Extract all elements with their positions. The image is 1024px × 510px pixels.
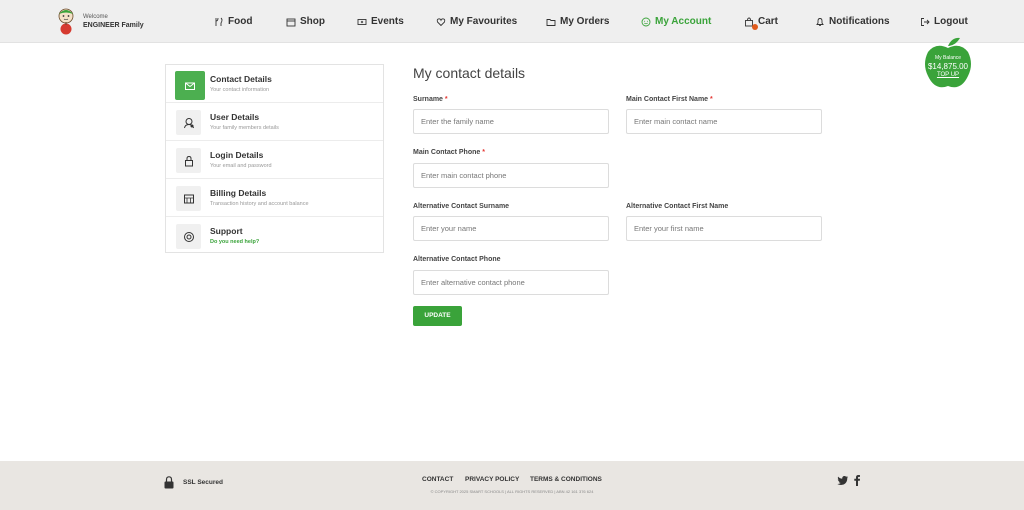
main-phone-input[interactable] (413, 163, 609, 188)
nav-events-label: Events (371, 16, 404, 27)
mail-icon (185, 82, 195, 90)
folder-icon (546, 18, 556, 26)
alt-phone-label: Alternative Contact Phone (413, 256, 501, 263)
cart-badge (752, 24, 758, 30)
main-first-name-label: Main Contact First Name * (626, 96, 713, 103)
family-name: ENGINEER Family (83, 21, 144, 29)
billing-icon (183, 194, 194, 203)
nav-food[interactable]: Food (214, 0, 252, 43)
surname-label: Surname * (413, 96, 448, 103)
twitter-icon[interactable] (837, 474, 849, 486)
balance-widget[interactable]: My Balance $14,875.00 TOP UP (922, 36, 974, 92)
page-title: My contact details (413, 65, 526, 81)
nav-food-label: Food (228, 16, 253, 27)
nav-logout-label: Logout (934, 16, 968, 27)
facebook-icon[interactable] (853, 474, 861, 486)
nav-orders[interactable]: My Orders (546, 0, 609, 43)
logout-icon (921, 17, 930, 26)
shop-icon (286, 18, 296, 26)
copyright: © COPYRIGHT 2025 SMART SCHOOLS | ALL RIG… (430, 489, 594, 494)
apple-mascot-logo (58, 8, 74, 35)
alt-first-name-label: Alternative Contact First Name (626, 203, 729, 210)
food-icon (215, 17, 223, 26)
footer: SSL Secured CONTACT PRIVACY POLICY TERMS… (0, 461, 1024, 510)
balance-label: My Balance (934, 55, 962, 61)
main-phone-label: Main Contact Phone * (413, 149, 485, 156)
sidebar-item-sub: Do you need help? (210, 239, 260, 245)
sidebar-item-sub: Your family members details (210, 125, 279, 131)
sidebar-item-billing-details[interactable]: Billing Details Transaction history and … (166, 179, 383, 217)
required-marker: * (444, 96, 448, 103)
top-header: Welcome ENGINEER Family Food Shop Events… (0, 0, 1024, 43)
balance-amount: $14,875.00 (927, 62, 969, 71)
account-sidebar: Contact Details Your contact information… (165, 64, 384, 253)
nav-orders-label: My Orders (560, 16, 610, 27)
ssl-label: SSL Secured (183, 479, 223, 486)
smiley-icon (641, 17, 651, 26)
footer-link-privacy[interactable]: PRIVACY POLICY (465, 476, 519, 483)
nav-shop[interactable]: Shop (286, 0, 325, 43)
sidebar-item-sub: Transaction history and account balance (210, 201, 309, 207)
update-button[interactable]: UPDATE (413, 306, 462, 326)
nav-my-account-label: My Account (655, 16, 712, 27)
nav-cart-label: Cart (758, 16, 779, 27)
sidebar-item-label: Contact Details (210, 74, 272, 84)
ticket-icon (357, 18, 367, 25)
heart-icon (436, 17, 446, 26)
welcome-label: Welcome (83, 13, 108, 20)
alt-phone-input[interactable] (413, 270, 609, 295)
topup-link[interactable]: TOP UP (922, 72, 974, 78)
brand[interactable]: Welcome ENGINEER Family (55, 7, 144, 35)
nav-favourites[interactable]: My Favourites (436, 0, 517, 43)
lock-icon (164, 476, 174, 489)
surname-input[interactable] (413, 109, 609, 134)
nav-events[interactable]: Events (357, 0, 404, 43)
sidebar-item-label: Login Details (210, 150, 264, 160)
sidebar-item-label: User Details (210, 112, 260, 122)
required-marker: * (482, 149, 485, 156)
alt-first-name-input[interactable] (626, 216, 822, 241)
sidebar-item-support[interactable]: Support Do you need help? (166, 217, 383, 255)
footer-link-contact[interactable]: CONTACT (422, 476, 453, 483)
main-first-name-input[interactable] (626, 109, 822, 134)
lock-icon (184, 155, 193, 166)
alt-surname-label: Alternative Contact Surname (413, 203, 510, 210)
nav-cart[interactable]: Cart (744, 0, 778, 43)
sidebar-item-sub: Your email and password (210, 163, 272, 169)
sidebar-item-label: Billing Details (210, 188, 267, 198)
sidebar-item-contact-details[interactable]: Contact Details Your contact information (166, 65, 383, 103)
nav-favourites-label: My Favourites (450, 16, 518, 27)
sidebar-item-label: Support (210, 226, 243, 236)
sidebar-item-user-details[interactable]: User Details Your family members details (166, 103, 383, 141)
nav-shop-label: Shop (300, 16, 325, 27)
sidebar-item-login-details[interactable]: Login Details Your email and password (166, 141, 383, 179)
ssl-badge: SSL Secured (164, 476, 223, 489)
bell-icon (816, 17, 824, 26)
required-marker: * (710, 96, 713, 103)
nav-notifications-label: Notifications (829, 16, 890, 27)
footer-link-terms[interactable]: TERMS & CONDITIONS (530, 476, 602, 483)
lifebuoy-icon (183, 231, 194, 242)
nav-notifications[interactable]: Notifications (815, 0, 890, 43)
users-icon (183, 117, 194, 128)
sidebar-item-sub: Your contact information (210, 87, 270, 93)
nav-my-account[interactable]: My Account (641, 0, 711, 43)
alt-surname-input[interactable] (413, 216, 609, 241)
